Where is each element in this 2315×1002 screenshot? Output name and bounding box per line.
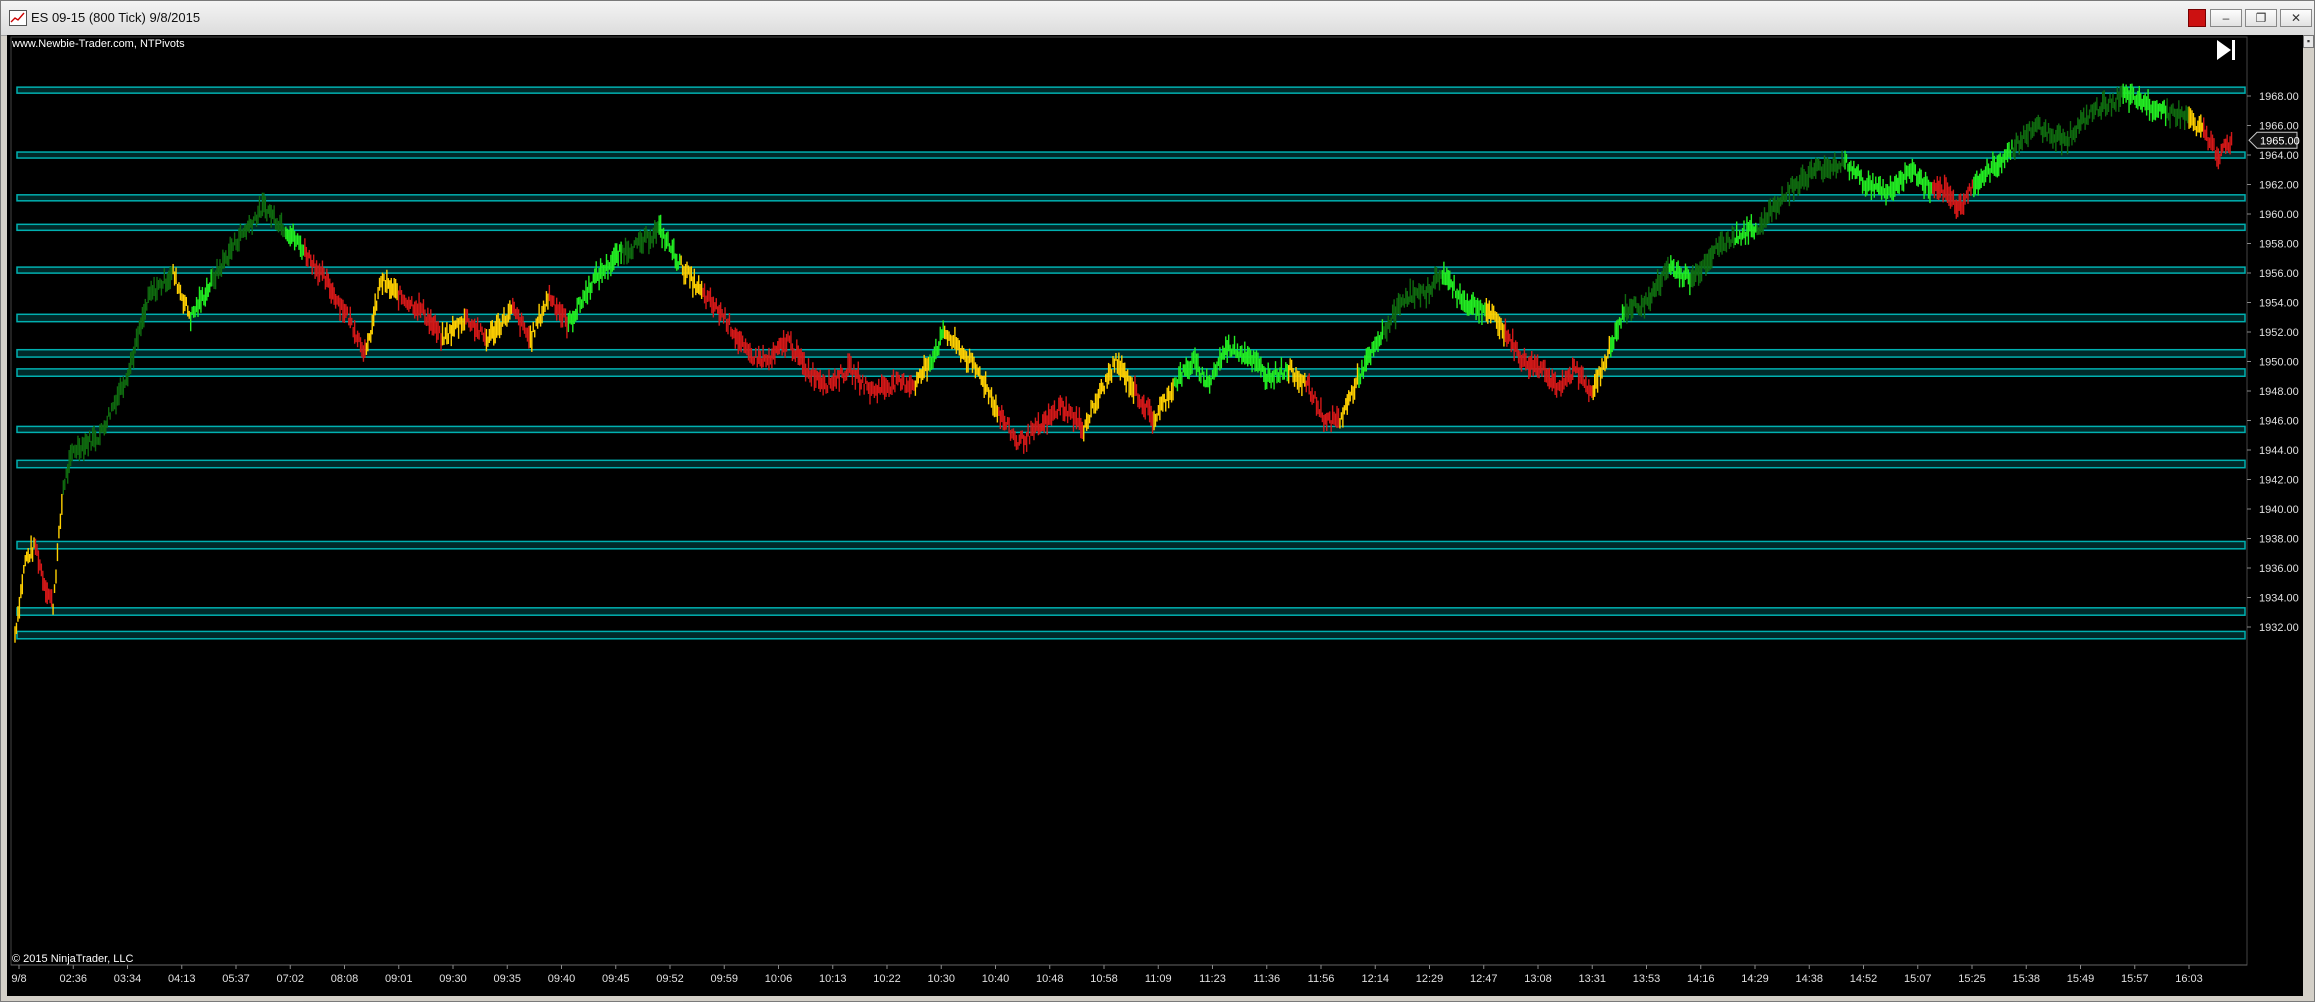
x-tick-label: 13:08 bbox=[1524, 973, 1552, 985]
x-tick-label: 09:52 bbox=[656, 973, 684, 985]
x-tick-label: 09:35 bbox=[493, 973, 521, 985]
minimize-icon: – bbox=[2222, 11, 2230, 25]
x-tick-label: 05:37 bbox=[222, 973, 250, 985]
pivot-zone-2 bbox=[16, 540, 2246, 550]
pivot-zone-9 bbox=[16, 223, 2246, 232]
x-tick-label: 11:09 bbox=[1145, 973, 1172, 985]
x-tick-label: 15:49 bbox=[2067, 973, 2095, 985]
last-price-label: 1965.00 bbox=[2260, 135, 2300, 147]
x-tick-label: 10:58 bbox=[1090, 973, 1118, 985]
y-tick-label: 1944.00 bbox=[2259, 445, 2299, 457]
pivot-zone-1 bbox=[16, 607, 2246, 616]
x-tick-label: 12:47 bbox=[1470, 973, 1498, 985]
x-tick-label: 14:52 bbox=[1850, 973, 1878, 985]
copyright-text: © 2015 NinjaTrader, LLC bbox=[12, 953, 133, 965]
y-tick-label: 1966.00 bbox=[2259, 121, 2299, 133]
x-tick-label: 11:36 bbox=[1253, 973, 1280, 985]
x-tick-label: 09:40 bbox=[548, 973, 576, 985]
chart-app-icon bbox=[9, 10, 27, 26]
x-tick-label: 11:23 bbox=[1199, 973, 1226, 985]
x-tick-label: 14:16 bbox=[1687, 973, 1715, 985]
x-tick-label: 04:13 bbox=[168, 973, 196, 985]
x-tick-label: 15:57 bbox=[2121, 973, 2149, 985]
y-tick-label: 1936.00 bbox=[2259, 563, 2299, 575]
x-tick-label: 10:22 bbox=[873, 973, 901, 985]
y-tick-label: 1934.00 bbox=[2259, 593, 2299, 605]
pivot-zone-8 bbox=[16, 266, 2246, 274]
y-tick-label: 1932.00 bbox=[2259, 622, 2299, 634]
chart-window: ES 09-15 (800 Tick) 9/8/2015 – ❐ ✕ 1932.… bbox=[0, 0, 2315, 1002]
x-tick-label: 09:30 bbox=[439, 973, 467, 985]
y-tick-label: 1952.00 bbox=[2259, 327, 2299, 339]
y-tick-label: 1950.00 bbox=[2259, 357, 2299, 369]
x-tick-label: 02:36 bbox=[59, 973, 87, 985]
x-tick-label: 16:03 bbox=[2175, 973, 2203, 985]
pivot-zone-0 bbox=[16, 630, 2246, 640]
x-tick-label: 10:06 bbox=[765, 973, 793, 985]
x-tick-label: 09:59 bbox=[710, 973, 738, 985]
x-tick-label: 14:29 bbox=[1741, 973, 1769, 985]
minimize-button[interactable]: – bbox=[2210, 9, 2242, 27]
title-bar[interactable]: ES 09-15 (800 Tick) 9/8/2015 – ❐ ✕ bbox=[1, 1, 2314, 36]
price-chart[interactable]: 1932.00 1934.00 1936.00 1938.00 1940.00 1942.… bbox=[7, 35, 2303, 996]
restore-button[interactable]: ❐ bbox=[2245, 9, 2277, 27]
x-tick-label: 13:53 bbox=[1633, 973, 1661, 985]
x-tick-label: 15:07 bbox=[1904, 973, 1932, 985]
x-tick-label: 03:34 bbox=[114, 973, 142, 985]
y-tick-label: 1964.00 bbox=[2259, 150, 2299, 162]
close-button[interactable]: ✕ bbox=[2280, 9, 2312, 27]
y-tick-label: 1942.00 bbox=[2259, 475, 2299, 487]
x-tick-label: 11:56 bbox=[1308, 973, 1335, 985]
pivot-zone-12 bbox=[16, 86, 2246, 94]
pivot-zone-6 bbox=[16, 348, 2246, 358]
x-tick-label: 10:13 bbox=[819, 973, 847, 985]
y-tick-label: 1946.00 bbox=[2259, 416, 2299, 428]
x-tick-label: 08:08 bbox=[331, 973, 359, 985]
pivot-zone-11 bbox=[16, 151, 2246, 159]
x-tick-label: 07:02 bbox=[276, 973, 304, 985]
panel-tab-icon[interactable]: ▪ bbox=[2303, 35, 2314, 48]
x-tick-label: 09:01 bbox=[385, 973, 413, 985]
y-tick-label: 1958.00 bbox=[2259, 239, 2299, 251]
pivot-zone-3 bbox=[16, 459, 2246, 469]
x-tick-label: 10:30 bbox=[927, 973, 955, 985]
x-tick-label: 9/8 bbox=[11, 973, 26, 985]
close-icon: ✕ bbox=[2290, 11, 2302, 25]
link-button[interactable] bbox=[2188, 9, 2206, 27]
x-tick-label: 09:45 bbox=[602, 973, 630, 985]
y-tick-label: 1956.00 bbox=[2259, 268, 2299, 280]
y-tick-label: 1954.00 bbox=[2259, 298, 2299, 310]
y-tick-label: 1960.00 bbox=[2259, 209, 2299, 221]
pivot-zone-4 bbox=[16, 425, 2246, 434]
x-tick-label: 10:48 bbox=[1036, 973, 1064, 985]
x-tick-label: 10:40 bbox=[982, 973, 1010, 985]
restore-icon: ❐ bbox=[2255, 11, 2267, 25]
chart-panel[interactable]: 1932.00 1934.00 1936.00 1938.00 1940.00 1942.… bbox=[7, 35, 2303, 996]
y-tick-label: 1940.00 bbox=[2259, 504, 2299, 516]
watermark-text: www.Newbie-Trader.com, NTPivots bbox=[11, 38, 185, 50]
x-tick-label: 15:38 bbox=[2012, 973, 2040, 985]
x-tick-label: 15:25 bbox=[1958, 973, 1986, 985]
skip-forward-icon-bar bbox=[2232, 40, 2235, 60]
pivot-zone-5 bbox=[16, 368, 2246, 377]
y-tick-label: 1962.00 bbox=[2259, 180, 2299, 192]
y-tick-label: 1968.00 bbox=[2259, 91, 2299, 103]
window-title: ES 09-15 (800 Tick) 9/8/2015 bbox=[31, 10, 201, 25]
x-tick-label: 14:38 bbox=[1795, 973, 1823, 985]
chart-background bbox=[7, 35, 2303, 996]
x-tick-label: 13:31 bbox=[1578, 973, 1606, 985]
y-tick-label: 1938.00 bbox=[2259, 534, 2299, 546]
pivot-zone-10 bbox=[16, 194, 2246, 202]
y-tick-label: 1948.00 bbox=[2259, 386, 2299, 398]
x-tick-label: 12:29 bbox=[1416, 973, 1444, 985]
x-tick-label: 12:14 bbox=[1361, 973, 1389, 985]
